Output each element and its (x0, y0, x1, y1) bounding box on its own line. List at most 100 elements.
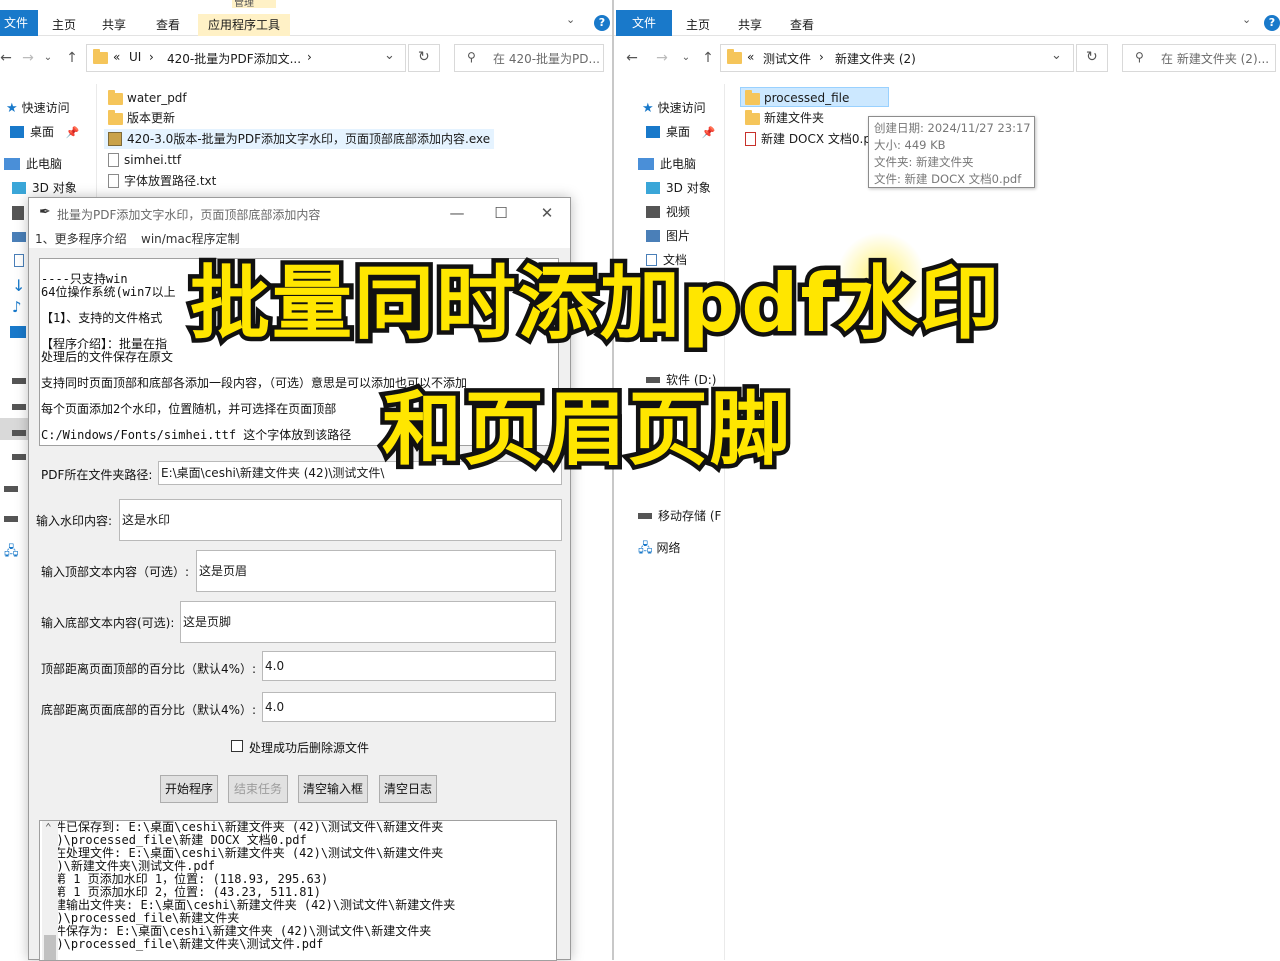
chevron-down-icon[interactable]: ⌄ (566, 13, 575, 26)
file-row-selected[interactable]: processed_file (740, 87, 889, 107)
picture-icon[interactable] (12, 232, 26, 242)
scrollbar-thumb[interactable] (44, 935, 56, 960)
desktop-icon (10, 126, 24, 138)
nav-network[interactable]: 🖧 网络 (638, 538, 681, 558)
drive-icon[interactable] (12, 378, 26, 384)
tab-share[interactable]: 共享 (728, 14, 772, 36)
drive-icon[interactable] (4, 516, 18, 522)
video-icon[interactable] (12, 206, 24, 220)
file-row[interactable]: 版本更新 (108, 108, 175, 128)
search-icon: ⚲ (1135, 50, 1144, 64)
file-row[interactable]: 字体放置路径.txt (108, 171, 216, 191)
text-file-icon (108, 174, 119, 188)
nav-desktop-label: 桌面 (30, 125, 55, 139)
recent-dropdown-icon[interactable]: ⌄ (676, 48, 696, 68)
nav-quick-access[interactable]: ★ 快速访问 (642, 98, 706, 118)
address-segment-folder[interactable]: 420-批量为PDF添加文... (167, 50, 301, 67)
refresh-button[interactable]: ↻ (1076, 44, 1108, 72)
address-chevrons[interactable]: « (747, 50, 754, 64)
chevron-down-icon[interactable]: ⌄ (1242, 13, 1251, 26)
nav-selected-row[interactable] (0, 418, 28, 440)
nav-desktop[interactable]: 桌面 📌 (10, 122, 80, 142)
pdf-icon (745, 132, 756, 146)
pdf-path-label: PDF所在文件夹路径: (41, 468, 153, 482)
nav-videos[interactable]: 视频 (646, 202, 690, 222)
up-arrow-icon[interactable]: ↑ (698, 48, 718, 68)
music-icon[interactable]: ♪ (12, 298, 22, 316)
start-button[interactable]: 开始程序 (160, 775, 218, 803)
back-arrow-icon[interactable]: ← (0, 48, 16, 68)
delete-source-checkbox[interactable] (231, 740, 243, 752)
pin-icon[interactable]: 📌 (66, 126, 80, 139)
nav-desktop[interactable]: 桌面 📌 (646, 122, 716, 142)
tab-file[interactable]: 文件 (0, 10, 39, 36)
bottom-percent-input[interactable]: 4.0 (262, 692, 556, 722)
drive-icon[interactable] (12, 404, 26, 410)
file-row[interactable]: 新建 DOCX 文档0.pdf (745, 129, 883, 149)
nav-this-pc[interactable]: 此电脑 (4, 154, 62, 174)
up-arrow-icon[interactable]: ↑ (62, 48, 82, 68)
minimize-button[interactable]: — (437, 201, 477, 225)
file-row-selected[interactable]: 420-3.0版本-批量为PDF添加文字水印，页面顶部底部添加内容.exe (104, 129, 495, 149)
pin-icon[interactable]: 📌 (702, 126, 716, 139)
back-arrow-icon[interactable]: ← (622, 48, 642, 68)
help-icon[interactable]: ? (594, 15, 610, 31)
header-text-input[interactable]: 这是页眉 (196, 550, 556, 592)
tab-view[interactable]: 查看 (146, 14, 190, 36)
forward-arrow-icon[interactable]: → (18, 48, 38, 68)
close-button[interactable]: ✕ (527, 201, 567, 225)
file-row[interactable]: simhei.ttf (108, 150, 181, 170)
log-text-area[interactable]: 文件已保存到: E:\桌面\ceshi\新建文件夹 (42)\测试文件\新建文件… (39, 820, 557, 961)
nav-pictures[interactable]: 图片 (646, 226, 690, 246)
file-name: 新建文件夹 (764, 111, 825, 125)
desktop-icon[interactable] (10, 326, 26, 338)
drive-icon[interactable] (12, 454, 26, 460)
document-icon[interactable] (14, 254, 24, 267)
address-dropdown-icon[interactable]: ⌄ (384, 48, 395, 63)
help-icon[interactable]: ? (1264, 15, 1280, 31)
search-input[interactable]: ⚲ 在 420-批量为PD... (454, 44, 604, 72)
stop-task-button[interactable]: 结束任务 (228, 775, 288, 803)
address-chevrons[interactable]: « (113, 50, 120, 64)
file-row[interactable]: water_pdf (108, 88, 187, 108)
nav-3d-objects[interactable]: 3D 对象 (646, 178, 711, 198)
top-percent-input[interactable]: 4.0 (262, 651, 556, 681)
clear-log-button[interactable]: 清空日志 (379, 775, 437, 803)
tab-home[interactable]: 主页 (42, 14, 86, 36)
address-bar[interactable]: « UI › 420-批量为PDF添加文... › ⌄ (86, 44, 406, 72)
tab-file[interactable]: 文件 (616, 10, 673, 36)
scroll-up-icon[interactable]: ⌃ (45, 821, 52, 834)
address-segment-test-files[interactable]: 测试文件 (763, 50, 811, 67)
refresh-button[interactable]: ↻ (408, 44, 440, 72)
maximize-button[interactable]: ☐ (481, 201, 521, 225)
address-bar[interactable]: « 测试文件 › 新建文件夹 (2) ⌄ (720, 44, 1074, 72)
tab-view[interactable]: 查看 (780, 14, 824, 36)
menu-more-programs[interactable]: 1、更多程序介绍 (35, 230, 127, 247)
menu-custom-programs[interactable]: win/mac程序定制 (141, 230, 239, 247)
watermark-input[interactable]: 这是水印 (119, 499, 562, 541)
address-dropdown-icon[interactable]: ⌄ (1051, 48, 1062, 63)
recent-dropdown-icon[interactable]: ⌄ (38, 48, 58, 68)
address-segment-ui[interactable]: UI (129, 50, 141, 64)
footer-text-input[interactable]: 这是页脚 (180, 601, 556, 643)
nav-removable[interactable]: 移动存储 (F (638, 506, 721, 526)
clear-inputs-button[interactable]: 清空输入框 (298, 775, 368, 803)
tab-app-tools[interactable]: 应用程序工具 (198, 14, 291, 36)
drive-icon[interactable] (12, 430, 26, 436)
download-icon[interactable]: ↓ (12, 276, 25, 295)
file-row[interactable]: 新建文件夹 (745, 108, 824, 128)
search-input[interactable]: ⚲ 在 新建文件夹 (2)... (1122, 44, 1276, 72)
address-segment-folder[interactable]: 新建文件夹 (2) (835, 50, 916, 67)
title-bar[interactable]: ✒ 批量为PDF添加文字水印，页面顶部底部添加内容 — ☐ ✕ (29, 198, 570, 228)
drive-icon[interactable] (4, 486, 18, 492)
forward-arrow-icon[interactable]: → (652, 48, 672, 68)
network-icon[interactable]: 🖧 (4, 542, 19, 564)
nav-3d-objects[interactable]: 3D 对象 (12, 178, 77, 198)
tooltip-files: 文件: 新建 DOCX 文档0.pdf (874, 172, 1022, 186)
nav-quick-access[interactable]: ★ 快速访问 (6, 98, 70, 118)
tab-home[interactable]: 主页 (676, 14, 720, 36)
nav-this-pc[interactable]: 此电脑 (638, 154, 696, 174)
log-scrollbar[interactable]: ⌃ (42, 821, 58, 960)
pane-divider[interactable] (724, 84, 725, 960)
tab-share[interactable]: 共享 (92, 14, 136, 36)
